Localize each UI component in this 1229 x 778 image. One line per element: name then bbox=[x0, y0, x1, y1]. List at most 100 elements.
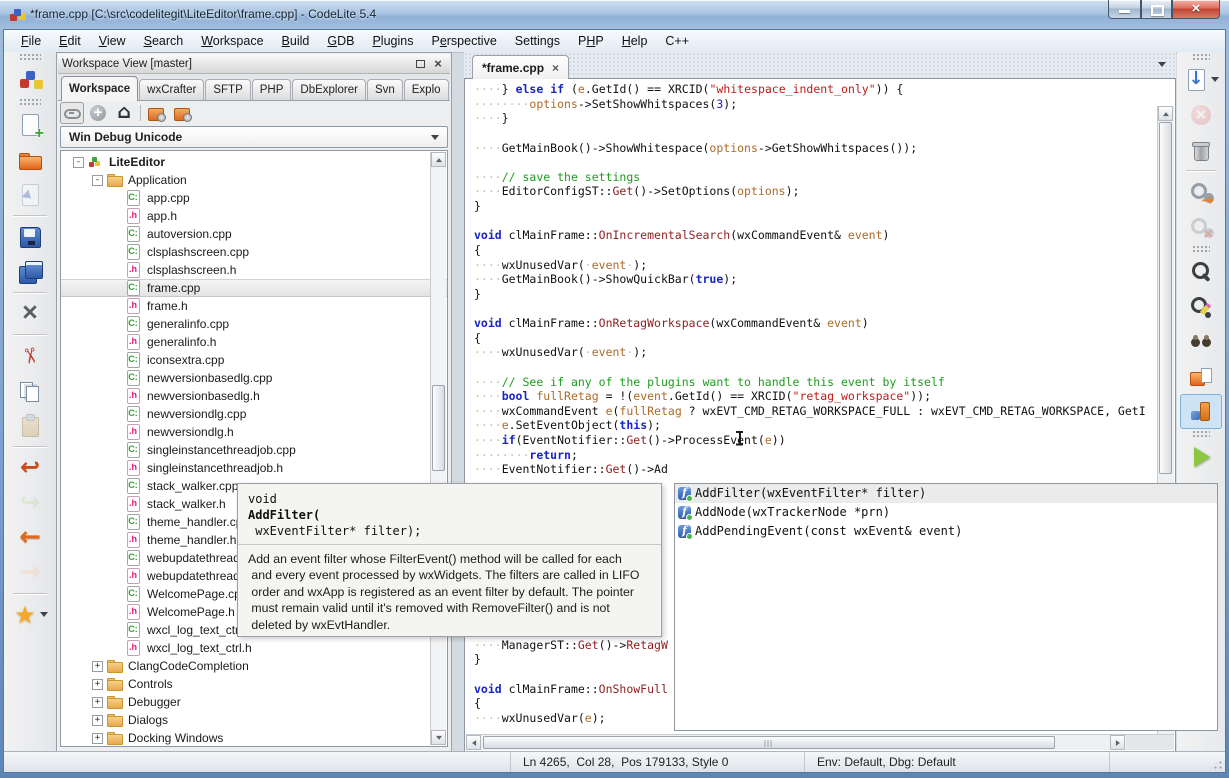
toolbar-grip[interactable] bbox=[19, 98, 41, 106]
goto-active-project-button[interactable] bbox=[112, 102, 136, 124]
tree-item-newversiondlg-cpp[interactable]: newversiondlg.cpp bbox=[61, 405, 447, 423]
tab-explo[interactable]: Explo bbox=[404, 79, 449, 100]
build-config-dropdown[interactable]: Win Debug Unicode bbox=[60, 126, 448, 148]
toolbar-grip[interactable] bbox=[1192, 245, 1210, 253]
close-pane-icon[interactable] bbox=[430, 57, 446, 71]
tab-wxcrafter[interactable]: wxCrafter bbox=[139, 79, 204, 100]
menu-plugins[interactable]: Plugins bbox=[363, 32, 422, 50]
collapse-all-button[interactable] bbox=[86, 102, 110, 124]
tree-item-debugger[interactable]: +Debugger bbox=[61, 693, 447, 711]
expand-icon[interactable]: + bbox=[92, 679, 103, 690]
copy-button[interactable] bbox=[9, 373, 51, 408]
find-button[interactable] bbox=[1180, 254, 1222, 289]
menu-gdb[interactable]: GDB bbox=[318, 32, 363, 50]
save-file-button[interactable] bbox=[9, 219, 51, 254]
menu-c[interactable]: C++ bbox=[656, 32, 698, 50]
expand-icon[interactable]: + bbox=[92, 697, 103, 708]
collapse-icon[interactable]: - bbox=[92, 175, 103, 186]
nav-forward-button[interactable] bbox=[9, 555, 51, 590]
project-settings-button[interactable] bbox=[171, 102, 195, 124]
link-editor-button[interactable] bbox=[60, 102, 84, 124]
open-folder-button[interactable] bbox=[9, 142, 51, 177]
tab-list-dropdown-icon[interactable] bbox=[1158, 62, 1166, 71]
tree-item-singleinstancethreadjob-h[interactable]: singleinstancethreadjob.h bbox=[61, 459, 447, 477]
expand-icon[interactable]: + bbox=[92, 661, 103, 672]
save-all-button[interactable] bbox=[9, 254, 51, 289]
nav-back-button[interactable] bbox=[9, 520, 51, 555]
scrollbar-thumb[interactable] bbox=[1159, 122, 1172, 474]
paste-button[interactable] bbox=[9, 408, 51, 443]
tree-item-generalinfo-cpp[interactable]: generalinfo.cpp bbox=[61, 315, 447, 333]
editor-tab-frame-cpp[interactable]: *frame.cpp × bbox=[472, 55, 569, 79]
tab-workspace[interactable]: Workspace bbox=[61, 76, 138, 101]
clean-button[interactable] bbox=[1180, 132, 1222, 167]
scroll-down-button[interactable] bbox=[431, 730, 446, 745]
tree-item-clsplashscreen-h[interactable]: clsplashscreen.h bbox=[61, 261, 447, 279]
cut-button[interactable] bbox=[9, 338, 51, 373]
stop-build-button[interactable] bbox=[1180, 97, 1222, 132]
menu-build[interactable]: Build bbox=[273, 32, 319, 50]
tab-dbexplorer[interactable]: DbExplorer bbox=[292, 79, 366, 100]
tab-svn[interactable]: Svn bbox=[367, 79, 403, 100]
tree-item-controls[interactable]: +Controls bbox=[61, 675, 447, 693]
new-file-button[interactable] bbox=[9, 107, 51, 142]
workspace-settings-button[interactable] bbox=[145, 102, 169, 124]
panel-caption[interactable]: Workspace View [master] bbox=[58, 54, 450, 74]
toolbar-grip[interactable] bbox=[1192, 53, 1210, 61]
reload-file-button[interactable] bbox=[9, 177, 51, 212]
menu-file[interactable]: File bbox=[12, 32, 50, 50]
toolbar-grip[interactable] bbox=[19, 53, 41, 61]
minimize-button[interactable] bbox=[1108, 0, 1141, 19]
completion-item[interactable]: AddPendingEvent(const wxEvent& event) bbox=[675, 522, 1217, 541]
compile-file-button[interactable] bbox=[1180, 174, 1222, 209]
tab-php[interactable]: PHP bbox=[252, 79, 292, 100]
tree-item-docking-windows[interactable]: +Docking Windows bbox=[61, 729, 447, 747]
menu-workspace[interactable]: Workspace bbox=[192, 32, 272, 50]
close-button[interactable] bbox=[1172, 0, 1220, 19]
scroll-right-button[interactable] bbox=[1110, 735, 1125, 750]
tree-vertical-scrollbar[interactable] bbox=[430, 152, 446, 745]
close-file-button[interactable] bbox=[9, 296, 51, 331]
run-button[interactable] bbox=[1180, 439, 1222, 474]
tree-item-frame-h[interactable]: frame.h bbox=[61, 297, 447, 315]
toolbar-grip[interactable] bbox=[1192, 430, 1210, 438]
tree-item-autoversion-cpp[interactable]: autoversion.cpp bbox=[61, 225, 447, 243]
maximize-button[interactable] bbox=[1141, 0, 1172, 19]
completion-item[interactable]: AddNode(wxTrackerNode *prn) bbox=[675, 503, 1217, 522]
expand-icon[interactable]: + bbox=[92, 733, 103, 744]
menu-settings[interactable]: Settings bbox=[506, 32, 569, 50]
tab-sftp[interactable]: SFTP bbox=[205, 79, 250, 100]
undo-button[interactable] bbox=[9, 450, 51, 485]
tree-item-app-cpp[interactable]: app.cpp bbox=[61, 189, 447, 207]
tree-item-singleinstancethreadjob-cpp[interactable]: singleinstancethreadjob.cpp bbox=[61, 441, 447, 459]
tree-item-liteeditor[interactable]: -LiteEditor bbox=[61, 153, 447, 171]
tab-close-icon[interactable]: × bbox=[552, 62, 559, 74]
title-bar[interactable]: *frame.cpp [C:\src\codelitegit\LiteEdito… bbox=[0, 0, 1229, 30]
scroll-up-button[interactable] bbox=[1158, 106, 1173, 121]
find-replace-button[interactable] bbox=[1180, 289, 1222, 324]
scroll-up-button[interactable] bbox=[431, 152, 446, 167]
tree-item-dialogs[interactable]: +Dialogs bbox=[61, 711, 447, 729]
tree-item-application[interactable]: -Application bbox=[61, 171, 447, 189]
scrollbar-thumb[interactable] bbox=[483, 736, 1055, 749]
file-tree[interactable]: -LiteEditor-Applicationapp.cppapp.hautov… bbox=[60, 150, 448, 747]
expand-icon[interactable]: + bbox=[92, 715, 103, 726]
stop-compile-button[interactable] bbox=[1180, 209, 1222, 244]
scrollbar-thumb[interactable] bbox=[432, 385, 445, 471]
scroll-left-button[interactable] bbox=[466, 735, 481, 750]
tree-item-generalinfo-h[interactable]: generalinfo.h bbox=[61, 333, 447, 351]
tree-item-newversionbasedlg-cpp[interactable]: newversionbasedlg.cpp bbox=[61, 369, 447, 387]
completion-item[interactable]: AddFilter(wxEventFilter* filter) bbox=[675, 484, 1217, 503]
find-resource-button[interactable] bbox=[1180, 359, 1222, 394]
tree-item-frame-cpp[interactable]: frame.cpp bbox=[61, 279, 447, 297]
tree-item-newversiondlg-h[interactable]: newversiondlg.h bbox=[61, 423, 447, 441]
menu-view[interactable]: View bbox=[90, 32, 135, 50]
editor-horizontal-scrollbar[interactable] bbox=[466, 734, 1126, 750]
build-button[interactable] bbox=[1180, 62, 1222, 97]
menu-perspective[interactable]: Perspective bbox=[422, 32, 505, 50]
tree-item-newversionbasedlg-h[interactable]: newversionbasedlg.h bbox=[61, 387, 447, 405]
menu-search[interactable]: Search bbox=[135, 32, 193, 50]
tree-item-app-h[interactable]: app.h bbox=[61, 207, 447, 225]
collapse-icon[interactable]: - bbox=[73, 157, 84, 168]
float-pane-icon[interactable] bbox=[412, 57, 428, 71]
